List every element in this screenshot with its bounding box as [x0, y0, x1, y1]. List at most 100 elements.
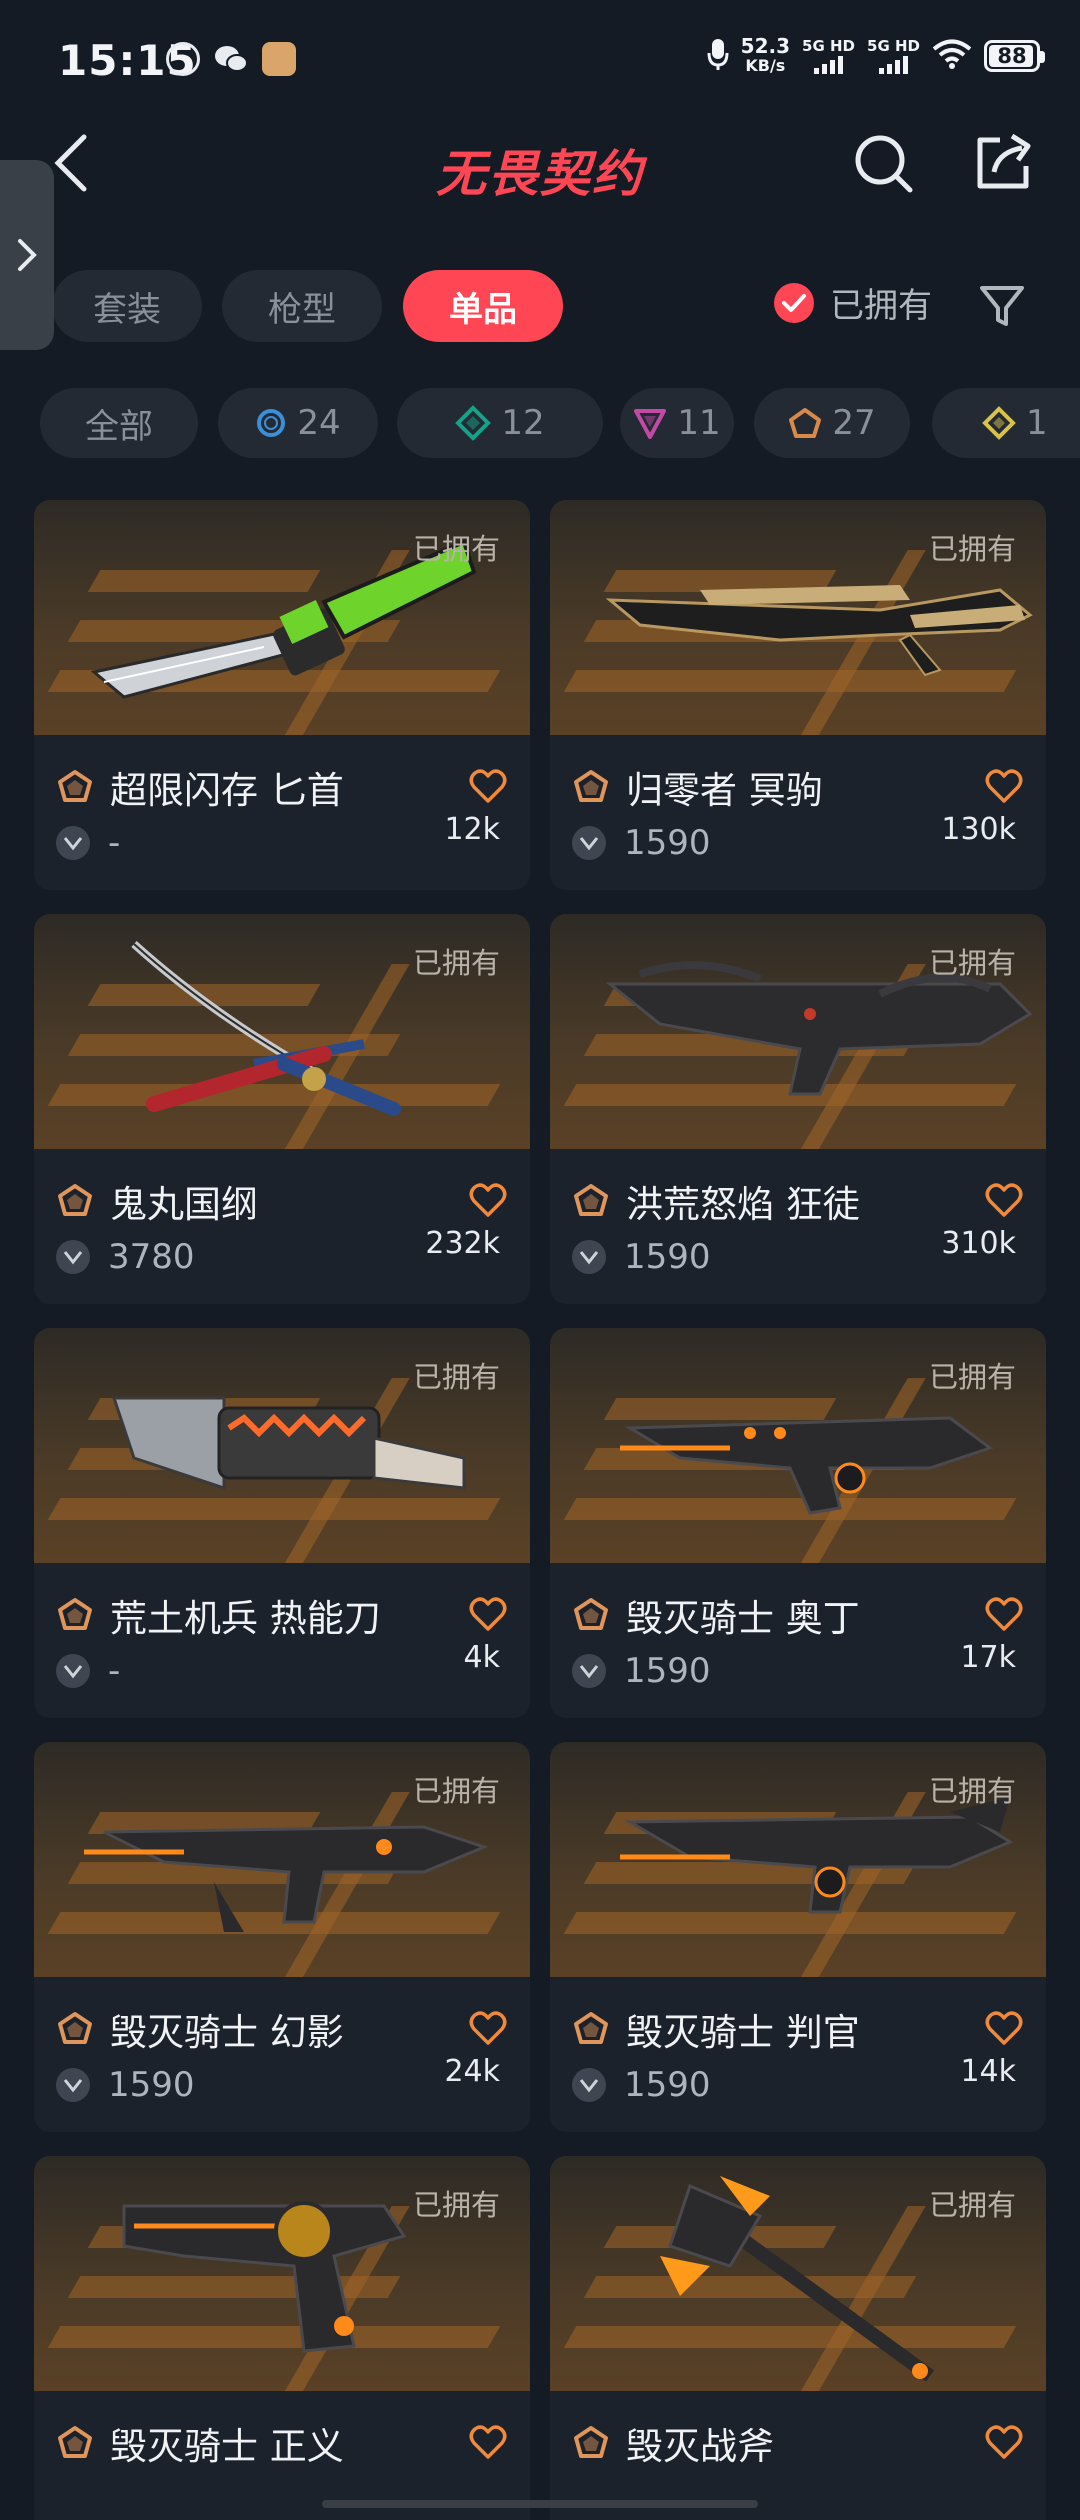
battery-level: 88	[997, 44, 1027, 68]
search-button[interactable]	[852, 132, 916, 196]
skin-card[interactable]: 已拥有 荒土机兵 热能刀 - 4k	[34, 1328, 530, 1718]
skin-card[interactable]: 已拥有 归零者 冥驹 1590 130k	[550, 500, 1046, 890]
skin-image: 已拥有	[34, 1742, 530, 1977]
heart-icon[interactable]	[984, 1595, 1024, 1635]
card-price-row: 1590 17k	[572, 1640, 1024, 1696]
search-icon	[855, 135, 913, 193]
home-indicator[interactable]	[322, 2500, 758, 2508]
card-price-row: - 4k	[56, 1640, 508, 1696]
heart-icon[interactable]	[984, 2009, 1024, 2049]
weapon-render	[114, 934, 414, 1138]
like-count: 4k	[463, 1640, 500, 1675]
card-price-row: 1590 14k	[572, 2054, 1024, 2110]
skin-card[interactable]: 已拥有 鬼丸国纲 3780 232k	[34, 914, 530, 1304]
card-name-row: 鬼丸国纲	[56, 1176, 508, 1226]
chip-exclusive-tier[interactable]: 27	[754, 388, 910, 458]
side-drawer-handle[interactable]	[0, 160, 54, 350]
chip-deluxe-tier[interactable]: 12	[397, 388, 603, 458]
exclusive-tier-icon	[574, 2012, 608, 2044]
premium-tier-icon	[634, 409, 667, 439]
tab-set[interactable]: 套装	[52, 270, 202, 342]
status-right: 52.3 KB/s 5G HD 5G HD 88	[707, 36, 1045, 76]
skin-card[interactable]: 已拥有 超限闪存 匕首 - 12k	[34, 500, 530, 890]
filter-button[interactable]	[976, 280, 1028, 332]
tab-weapon-type[interactable]: 枪型	[222, 270, 382, 342]
skin-image: 已拥有	[34, 1328, 530, 1563]
owned-tag: 已拥有	[928, 1360, 1016, 1394]
chip-label: 1	[1026, 403, 1048, 443]
chip-all[interactable]: 全部	[40, 388, 198, 458]
skin-image: 已拥有	[550, 1328, 1046, 1563]
funnel-icon	[980, 286, 1024, 326]
like-count: 310k	[941, 1226, 1016, 1261]
valorant-points-icon	[56, 1654, 90, 1688]
skin-name: 荒土机兵 热能刀	[110, 1597, 381, 1640]
skin-card[interactable]: 已拥有 洪荒怒焰 狂徒 1590 310k	[550, 914, 1046, 1304]
skin-image: 已拥有	[550, 914, 1046, 1149]
like-count: 130k	[941, 812, 1016, 847]
notification-icons	[166, 42, 296, 76]
card-name-row: 超限闪存 匕首	[56, 762, 508, 812]
heart-icon[interactable]	[984, 1181, 1024, 1221]
owned-filter-label: 已拥有	[830, 286, 932, 326]
heart-icon[interactable]	[468, 1181, 508, 1221]
skin-image: 已拥有	[34, 914, 530, 1149]
card-price-row: 1590 310k	[572, 1226, 1024, 1282]
skin-card[interactable]: 已拥有 毁灭骑士 正义	[34, 2156, 530, 2520]
chip-label: 24	[297, 403, 341, 443]
exclusive-tier-icon	[58, 2426, 92, 2458]
skin-name: 归零者 冥驹	[626, 769, 823, 812]
skin-card[interactable]: 已拥有 毁灭骑士 奥丁 1590 17k	[550, 1328, 1046, 1718]
skin-card[interactable]: 已拥有 毁灭骑士 判官 1590 14k	[550, 1742, 1046, 2132]
skin-name: 毁灭战斧	[626, 2425, 774, 2468]
heart-icon[interactable]	[984, 767, 1024, 807]
exclusive-tier-icon	[58, 770, 92, 802]
exclusive-tier-icon	[58, 2012, 92, 2044]
skin-name: 毁灭骑士 幻影	[110, 2011, 344, 2054]
network-speed: 52.3 KB/s	[741, 36, 790, 76]
ultra-tier-icon	[982, 406, 1016, 440]
skin-name: 鬼丸国纲	[110, 1183, 258, 1226]
valorant-points-icon	[572, 2068, 606, 2102]
like-count: 232k	[425, 1226, 500, 1261]
tab-single-item[interactable]: 单品	[403, 270, 563, 342]
battery-icon: 88	[984, 40, 1045, 72]
wifi-icon	[932, 38, 972, 74]
signal-bars-icon	[879, 54, 908, 74]
skin-card[interactable]: 已拥有 毁灭骑士 幻影 1590 24k	[34, 1742, 530, 2132]
chip-ultra-tier[interactable]: 1	[932, 388, 1080, 458]
skin-image: 已拥有	[34, 2156, 530, 2391]
rarity-filter-row: 全部 24 12 11 27 1	[0, 388, 1080, 458]
net-speed-value: 52.3	[740, 34, 791, 58]
card-name-row: 毁灭骑士 正义	[56, 2418, 508, 2468]
heart-icon[interactable]	[468, 1595, 508, 1635]
heart-icon[interactable]	[468, 2423, 508, 2463]
weapon-render	[64, 1792, 504, 1946]
status-bar: 15:15 52.3 KB/s 5G HD 5G HD 88	[0, 0, 1080, 118]
chip-premium-tier[interactable]: 11	[620, 388, 734, 458]
signal-sim1: 5G HD	[802, 38, 855, 74]
skin-image: 已拥有	[550, 500, 1046, 735]
skin-card[interactable]: 已拥有 毁灭战斧	[550, 2156, 1046, 2520]
owned-tag: 已拥有	[412, 532, 500, 566]
valorant-points-icon	[56, 826, 90, 860]
heart-icon[interactable]	[468, 2009, 508, 2049]
card-name-row: 毁灭骑士 判官	[572, 2004, 1024, 2054]
share-button[interactable]	[972, 130, 1036, 194]
owned-tag: 已拥有	[412, 1774, 500, 1808]
chip-select-tier[interactable]: 24	[218, 388, 378, 458]
valorant-points-icon	[56, 2068, 90, 2102]
exclusive-tier-icon	[58, 1184, 92, 1216]
owned-filter-toggle[interactable]: 已拥有	[774, 278, 932, 327]
chevron-right-icon	[18, 239, 37, 271]
chip-label: 12	[501, 403, 545, 443]
exclusive-tier-icon	[574, 1598, 608, 1630]
heart-icon[interactable]	[468, 767, 508, 807]
owned-tag: 已拥有	[928, 2188, 1016, 2222]
owned-tag: 已拥有	[412, 946, 500, 980]
owned-tag: 已拥有	[412, 1360, 500, 1394]
owned-tag: 已拥有	[412, 2188, 500, 2222]
net-speed-unit: KB/s	[745, 56, 786, 75]
heart-icon[interactable]	[984, 2423, 1024, 2463]
type-tabs: 套装 枪型 单品 已拥有	[0, 270, 1080, 342]
